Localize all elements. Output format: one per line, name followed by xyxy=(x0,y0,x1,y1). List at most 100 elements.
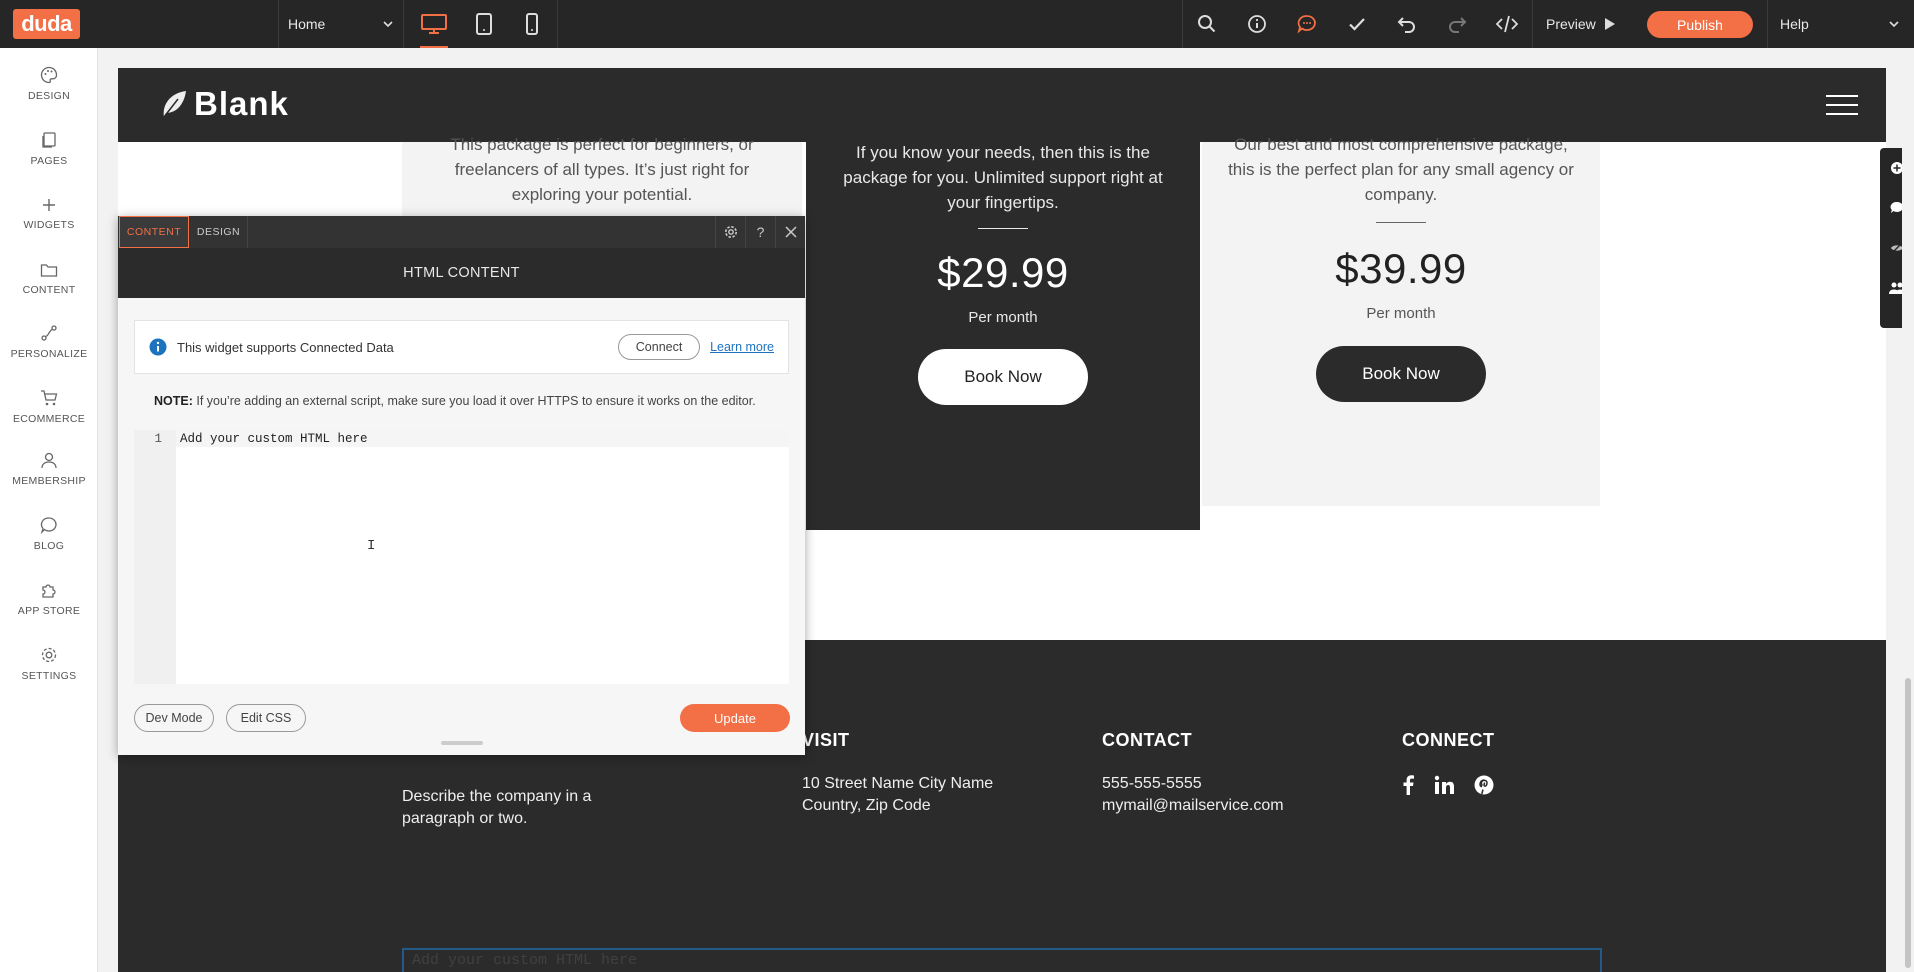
redo-button[interactable] xyxy=(1432,0,1482,48)
html-code-editor[interactable]: 1 Add your custom HTML here I xyxy=(134,430,789,684)
footer-email[interactable]: mymail@mailservice.com xyxy=(1102,795,1284,817)
footer-connect: CONNECT xyxy=(1402,730,1495,795)
code-view-button[interactable] xyxy=(1482,0,1532,48)
tab-content[interactable]: CONTENT xyxy=(119,216,189,248)
sidebar-item-settings[interactable]: SETTINGS xyxy=(0,636,98,692)
sidebar-item-personalize[interactable]: PERSONALIZE xyxy=(0,314,98,370)
play-icon xyxy=(1604,18,1615,30)
book-now-button[interactable]: Book Now xyxy=(1316,346,1486,402)
connected-data-notice: This widget supports Connected Data Conn… xyxy=(134,320,789,374)
sidebar-item-label: SETTINGS xyxy=(21,670,77,682)
search-icon xyxy=(1198,15,1216,33)
desktop-view-button[interactable] xyxy=(410,0,458,48)
note-text: If you’re adding an external script, mak… xyxy=(192,394,756,408)
help-menu[interactable]: Help xyxy=(1767,0,1907,48)
https-note: NOTE: If you’re adding an external scrip… xyxy=(154,394,756,408)
scrollbar-thumb[interactable] xyxy=(1905,678,1911,968)
code-line[interactable]: Add your custom HTML here xyxy=(180,432,368,446)
pinterest-icon[interactable] xyxy=(1474,775,1494,795)
book-now-button[interactable]: Book Now xyxy=(918,349,1088,405)
footer-phone[interactable]: 555-555-5555 xyxy=(1102,773,1284,795)
sidebar-item-label: DESIGN xyxy=(27,90,71,102)
sidebar-item-widgets[interactable]: WIDGETS xyxy=(0,186,98,242)
sidebar-item-ecommerce[interactable]: ECOMMERCE xyxy=(0,379,98,435)
comment-icon xyxy=(1297,15,1316,34)
gear-icon xyxy=(41,647,57,663)
sidebar-item-app-store[interactable]: APP STORE xyxy=(0,571,98,627)
search-button[interactable] xyxy=(1182,0,1232,48)
text-cursor-icon: I xyxy=(367,538,376,554)
desktop-icon xyxy=(421,14,447,34)
duda-logo[interactable]: duda xyxy=(13,9,80,39)
update-button[interactable]: Update xyxy=(680,704,790,732)
footer-address-line: Country, Zip Code xyxy=(802,797,931,814)
sidebar-item-label: WIDGETS xyxy=(23,219,75,231)
panel-close-button[interactable] xyxy=(775,216,805,248)
edit-css-button[interactable]: Edit CSS xyxy=(226,704,306,732)
plan-description: This package is perfect for beginners, o… xyxy=(450,135,754,204)
info-icon xyxy=(149,338,167,356)
footer-connect-heading: CONNECT xyxy=(1402,730,1495,750)
line-number-gutter xyxy=(134,430,176,684)
plan-description: If you know your needs, then this is the… xyxy=(843,143,1163,212)
info-button[interactable] xyxy=(1232,0,1282,48)
connect-button[interactable]: Connect xyxy=(618,334,701,360)
sidebar-item-design[interactable]: DESIGN xyxy=(0,56,98,112)
sidebar-item-blog[interactable]: BLOG xyxy=(0,506,98,562)
tab-design[interactable]: DESIGN xyxy=(190,216,248,248)
top-toolbar: duda Home Preview Publish Help xyxy=(0,0,1914,48)
pages-icon xyxy=(42,132,56,148)
sidebar-item-label: ECOMMERCE xyxy=(12,413,86,425)
footer-about: Describe the company in a paragraph or t… xyxy=(402,786,602,830)
plan-description: Our best and most comprehensive package,… xyxy=(1228,135,1574,204)
chevron-down-icon xyxy=(1889,21,1899,27)
panel-help-button[interactable]: ? xyxy=(745,216,775,248)
panel-settings-button[interactable] xyxy=(715,216,745,248)
left-sidebar: DESIGN PAGES WIDGETS CONTENT PERSONALIZE… xyxy=(0,48,98,972)
puzzle-icon xyxy=(42,584,56,598)
plus-icon xyxy=(43,199,55,211)
plan-divider xyxy=(978,228,1028,229)
connected-data-text: This widget supports Connected Data xyxy=(177,339,394,355)
learn-more-link[interactable]: Learn more xyxy=(710,340,774,354)
site-brand-name: Blank xyxy=(194,85,289,122)
preview-button[interactable]: Preview xyxy=(1546,0,1615,48)
close-icon xyxy=(784,226,797,238)
undo-icon xyxy=(1397,17,1415,33)
mobile-view-button[interactable] xyxy=(508,0,556,48)
panel-resize-handle[interactable] xyxy=(441,741,483,745)
page-selector[interactable]: Home xyxy=(278,0,404,48)
dev-mode-button[interactable]: Dev Mode xyxy=(134,704,214,732)
menu-hamburger-icon[interactable] xyxy=(1826,95,1858,115)
site-brand[interactable]: Blank xyxy=(160,85,289,123)
plan-divider xyxy=(1376,222,1426,223)
facebook-icon[interactable] xyxy=(1402,775,1414,795)
sidebar-item-label: PAGES xyxy=(30,155,68,167)
plan-period: Per month xyxy=(968,309,1038,326)
publish-button[interactable]: Publish xyxy=(1647,11,1753,38)
gear-icon xyxy=(724,226,737,238)
pricing-card: Our best and most comprehensive package,… xyxy=(1202,135,1600,506)
code-icon xyxy=(1496,15,1518,33)
tablet-view-button[interactable] xyxy=(460,0,508,48)
sidebar-item-label: PERSONALIZE xyxy=(10,348,88,360)
canvas-scrollbar[interactable] xyxy=(1902,48,1914,972)
sidebar-item-label: APP STORE xyxy=(17,605,81,617)
sidebar-item-membership[interactable]: MEMBERSHIP xyxy=(0,441,98,497)
linkedin-icon[interactable] xyxy=(1434,775,1454,795)
comments-button[interactable] xyxy=(1282,0,1332,48)
footer-visit: VISIT 10 Street Name City Name Country, … xyxy=(802,730,993,817)
personalize-icon xyxy=(41,325,57,341)
sidebar-item-content[interactable]: CONTENT xyxy=(0,251,98,307)
sidebar-item-label: BLOG xyxy=(33,540,65,552)
sidebar-item-pages[interactable]: PAGES xyxy=(0,121,98,177)
checklist-button[interactable] xyxy=(1332,0,1382,48)
html-widget-placeholder[interactable]: Add your custom HTML here xyxy=(402,948,1602,972)
undo-button[interactable] xyxy=(1382,0,1432,48)
footer-about-text: Describe the company in a paragraph or t… xyxy=(402,788,592,827)
leaf-logo-icon xyxy=(163,91,186,118)
social-links xyxy=(1402,775,1495,795)
sidebar-item-label: CONTENT xyxy=(22,284,76,296)
device-switcher xyxy=(408,0,558,48)
cart-icon xyxy=(41,390,58,406)
